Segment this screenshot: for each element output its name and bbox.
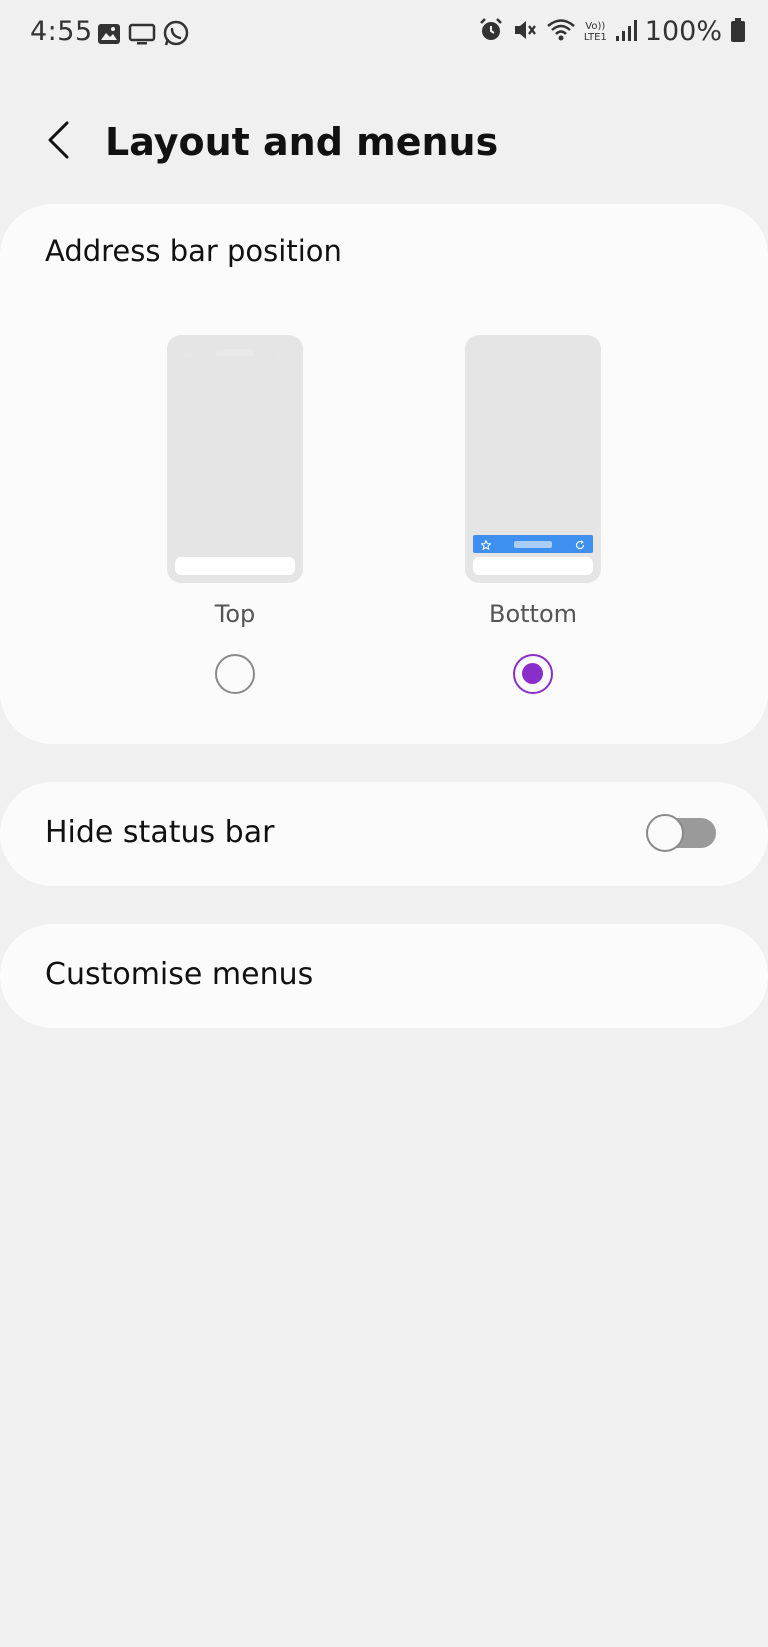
back-button[interactable] — [36, 116, 80, 168]
battery-percentage: 100% — [644, 16, 722, 47]
address-bar-preview — [175, 343, 295, 361]
wifi-icon — [546, 17, 576, 47]
refresh-icon — [277, 343, 287, 362]
option-label-bottom: Bottom — [488, 600, 578, 628]
radio-bottom[interactable] — [513, 654, 553, 694]
status-time: 4:55 — [30, 16, 93, 47]
star-icon — [480, 535, 492, 554]
address-bar-preview — [473, 535, 593, 553]
back-arrow-icon — [45, 120, 71, 164]
cast-screen-icon — [128, 21, 156, 51]
status-bar: 4:55 Vo)) LTE1 100% — [0, 0, 768, 70]
url-field-preview — [514, 540, 552, 548]
radio-top[interactable] — [215, 654, 255, 694]
volte-icon: Vo)) LTE1 — [583, 20, 607, 43]
address-bar-position-card: Address bar position Top Bottom — [0, 204, 768, 744]
battery-icon — [730, 17, 746, 47]
gallery-icon — [96, 21, 122, 51]
mute-icon — [512, 17, 538, 47]
notification-icons — [96, 20, 190, 52]
customise-menus-label: Customise menus — [45, 957, 314, 992]
phone-preview-top — [167, 335, 303, 583]
phone-preview-bottom — [465, 335, 601, 583]
hide-status-bar-label: Hide status bar — [45, 815, 275, 850]
url-field-preview — [216, 348, 254, 356]
app-header: Layout and menus — [0, 100, 768, 190]
page-title: Layout and menus — [105, 120, 499, 164]
alarm-icon — [478, 17, 504, 47]
option-top[interactable]: Top — [135, 330, 335, 710]
address-bar-position-title: Address bar position — [45, 234, 342, 268]
signal-icon — [615, 18, 637, 46]
option-bottom[interactable]: Bottom — [433, 330, 633, 710]
hide-status-bar-toggle[interactable] — [646, 814, 718, 852]
star-icon — [182, 343, 194, 362]
toggle-knob — [646, 814, 684, 852]
bottom-toolbar-preview — [473, 557, 593, 575]
whatsapp-icon — [162, 20, 190, 52]
bottom-toolbar-preview — [175, 557, 295, 575]
customise-menus-row[interactable]: Customise menus — [0, 924, 768, 1028]
option-label-top: Top — [214, 600, 256, 628]
refresh-icon — [575, 535, 585, 554]
system-icons: Vo)) LTE1 100% — [478, 16, 746, 47]
hide-status-bar-row[interactable]: Hide status bar — [0, 782, 768, 886]
